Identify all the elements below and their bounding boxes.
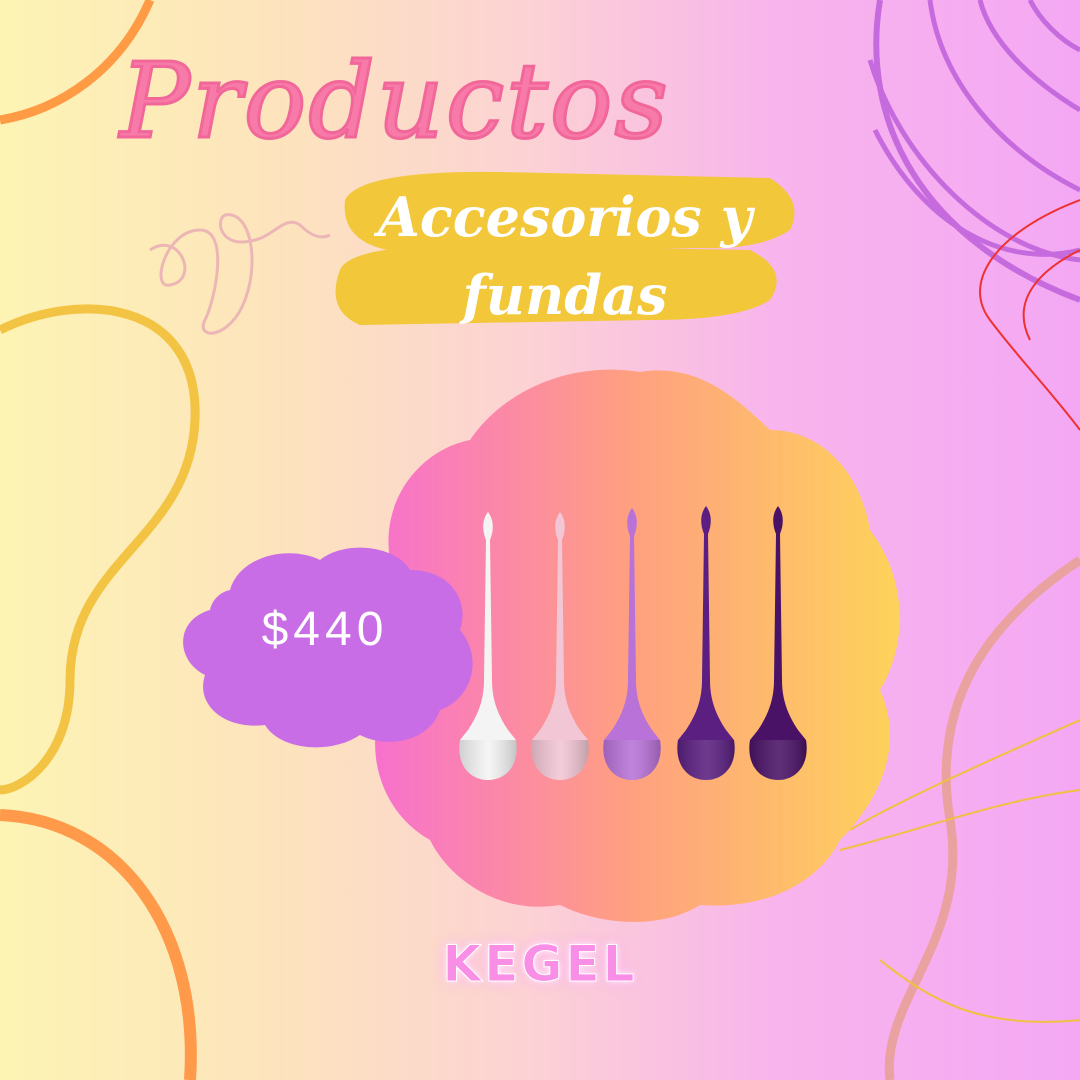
subtitle-line-1: Accesorios y (378, 185, 752, 249)
subtitle: Accesorios y fundas (330, 178, 800, 334)
subtitle-line-2: fundas (462, 263, 668, 327)
price-label: $440 (261, 603, 389, 656)
product-name: KEGEL (442, 935, 638, 994)
subtitle-block: Accesorios y fundas (330, 170, 800, 340)
promo-canvas: Productos Accesorios y fundas $440 KEGEL (0, 0, 1080, 1080)
page-title: Productos (119, 39, 670, 164)
